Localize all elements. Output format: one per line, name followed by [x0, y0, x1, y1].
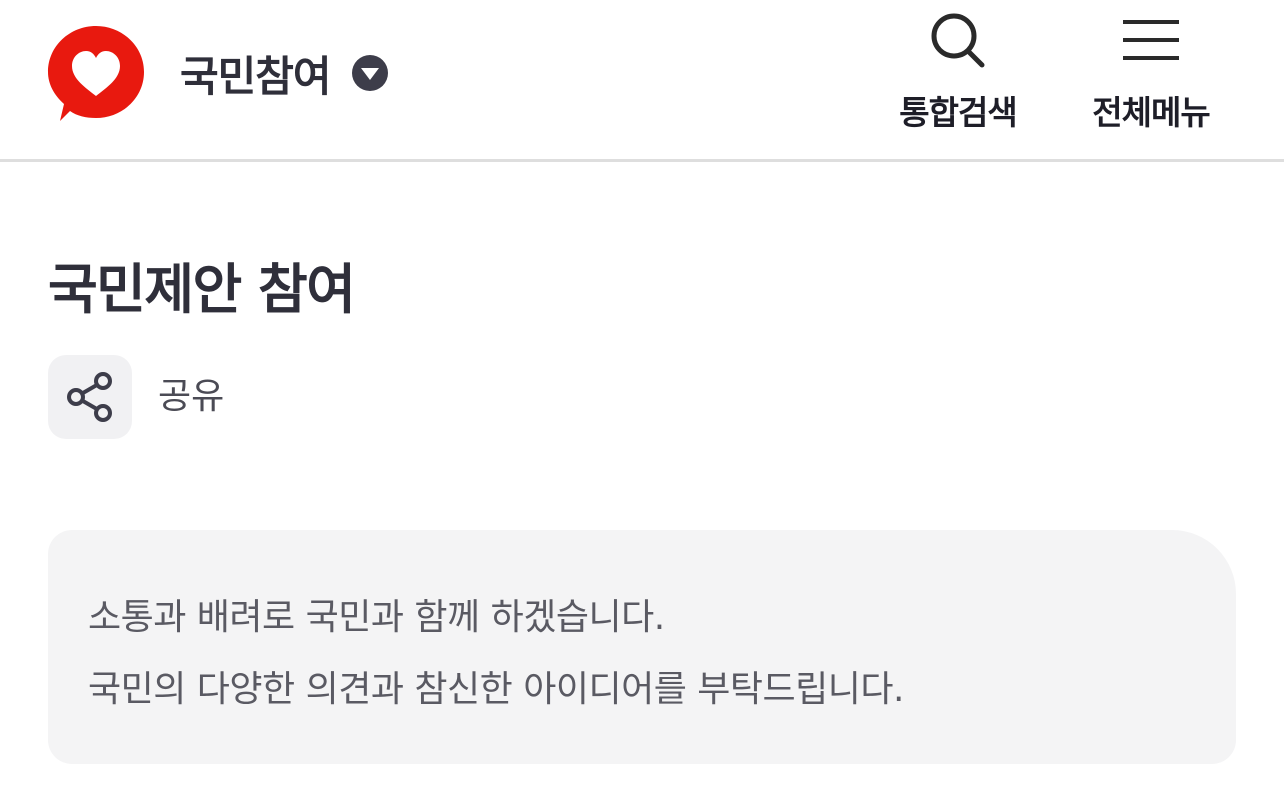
site-title: 국민참여	[180, 51, 332, 101]
all-menu-button[interactable]: 전체메뉴	[1080, 10, 1222, 140]
page-title: 국민제안 참여	[48, 258, 356, 321]
site-menu-dropdown[interactable]: 국민참여	[180, 42, 389, 104]
search-label: 통합검색	[899, 93, 1017, 132]
logo-link[interactable]	[46, 24, 146, 124]
search-button[interactable]: 통합검색	[888, 10, 1028, 140]
notice-line-2: 국민의 다양한 의견과 참신한 아이디어를 부탁드립니다.	[88, 669, 904, 710]
notice-line-1: 소통과 배려로 국민과 함께 하겠습니다.	[88, 597, 665, 638]
share-button[interactable]: 공유	[48, 355, 224, 439]
hamburger-menu-icon	[1123, 20, 1179, 60]
share-icon	[67, 372, 112, 422]
site-header: 국민참여 통합검색 전체메뉴	[0, 0, 1284, 162]
caret-down-icon	[351, 55, 388, 91]
search-icon	[931, 13, 985, 68]
heart-logo-icon	[48, 26, 144, 121]
notice-box: 소통과 배려로 국민과 함께 하겠습니다. 국민의 다양한 의견과 참신한 아이…	[48, 530, 1236, 764]
share-label: 공유	[158, 376, 225, 417]
all-menu-label: 전체메뉴	[1092, 93, 1210, 132]
share-icon-box	[48, 355, 132, 439]
